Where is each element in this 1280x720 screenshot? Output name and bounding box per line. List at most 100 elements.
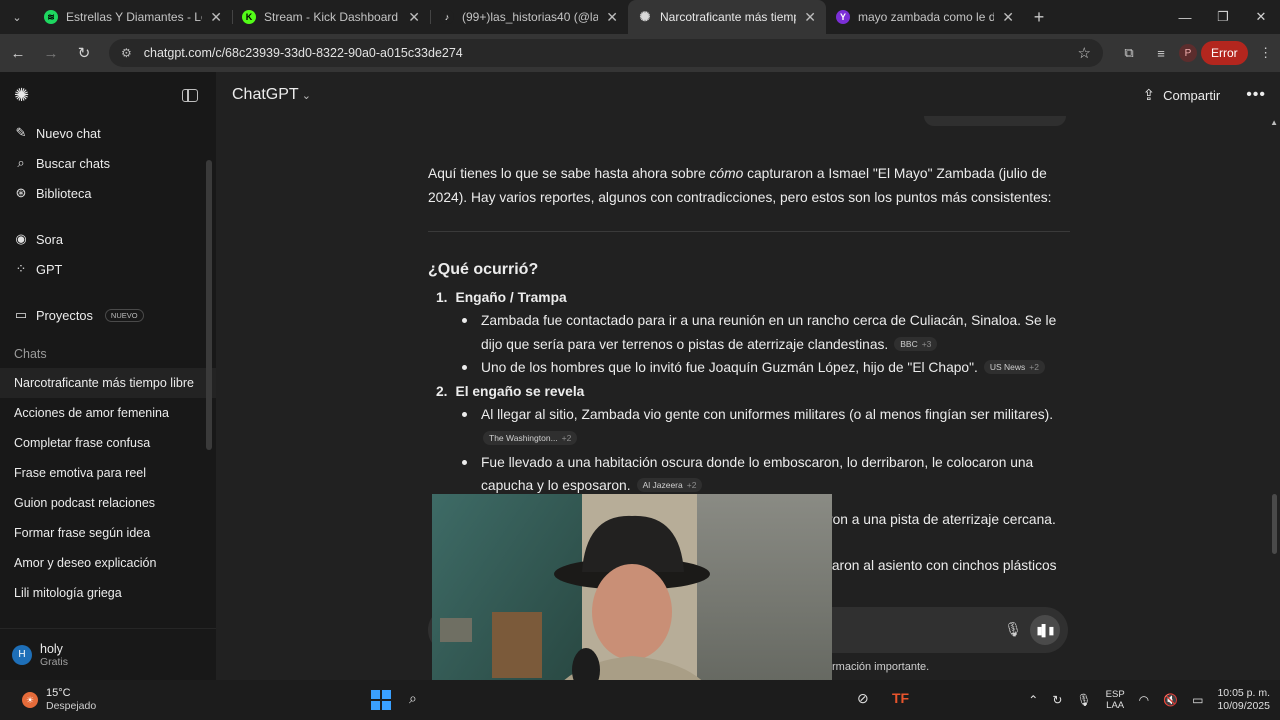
address-bar[interactable]: ⚙ chatgpt.com/c/68c23939-33d0-8322-90a0-… xyxy=(109,39,1103,67)
tray-overflow-chevron-icon[interactable]: ⌃ xyxy=(1028,693,1038,707)
list-item: Fue llevado a una habitación oscura dond… xyxy=(462,451,1070,498)
chat-item[interactable]: Frase emotiva para reel xyxy=(0,458,216,488)
voice-mode-button[interactable]: ▮▌▮ xyxy=(1030,615,1060,645)
site-info-icon[interactable]: ⚙ xyxy=(121,46,132,60)
weather-widget[interactable]: ☀ 15°C Despejado xyxy=(0,687,96,713)
browser-tab-active[interactable]: ✺ Narcotraficante más tiempo libre ✕ xyxy=(628,0,826,34)
input-language[interactable]: ESP LAA xyxy=(1106,689,1125,711)
tab-close-icon[interactable]: ✕ xyxy=(210,9,222,26)
profile-avatar[interactable]: P xyxy=(1179,44,1197,62)
sidebar-item-gpt[interactable]: ⁘ GPT xyxy=(0,254,216,284)
user-avatar: H xyxy=(12,644,32,665)
keyboard-layout: LAA xyxy=(1106,700,1125,711)
wifi-icon[interactable]: ◠ xyxy=(1139,693,1149,707)
browser-tab[interactable]: ♪ (99+)las_historias40 (@las_histo ✕ xyxy=(430,0,628,34)
sidebar: ✺ ✎ Nuevo chat ⌕ Buscar chats ⊛ Bibliote… xyxy=(0,72,216,680)
model-selector[interactable]: ChatGPT ⌄ xyxy=(232,86,311,104)
sidebar-item-projects[interactable]: ▭ Proyectos NUEVO xyxy=(0,300,216,330)
sidebar-item-library[interactable]: ⊛ Biblioteca xyxy=(0,178,216,208)
tab-close-icon[interactable]: ✕ xyxy=(1002,9,1014,26)
new-tab-plus-icon[interactable]: + xyxy=(1024,0,1054,34)
taskbar-app-icon[interactable]: TF xyxy=(892,690,909,706)
chat-item[interactable]: Formar frase según idea xyxy=(0,518,216,548)
extensions-icon[interactable]: ⧉ xyxy=(1115,39,1143,67)
restore-icon[interactable]: ❐ xyxy=(1204,0,1242,34)
sidebar-item-sora[interactable]: ◉ Sora xyxy=(0,224,216,254)
chevron-down-icon: ⌄ xyxy=(301,90,311,102)
sidebar-top: ✺ xyxy=(0,72,216,118)
sync-icon[interactable]: ↻ xyxy=(1052,693,1062,707)
chat-item[interactable]: Acciones de amor femenina xyxy=(0,398,216,428)
clock[interactable]: 10:05 p. m. 10/09/2025 xyxy=(1217,687,1270,713)
user-account[interactable]: H holy Gratis xyxy=(0,628,216,680)
taskbar-search-icon[interactable]: ⌕ xyxy=(409,690,417,707)
list-item: Al llegar al sitio, Zambada vio gente co… xyxy=(462,403,1070,449)
system-tray: ⌃ ↻ 🎙 ESP LAA ◠ 🔇 ▭ 10:05 p. m. 10/09/20… xyxy=(1028,680,1270,720)
forward-arrow-icon[interactable]: → xyxy=(36,38,66,68)
sidebar-item-search[interactable]: ⌕ Buscar chats xyxy=(0,148,216,178)
chats-section-header: Chats xyxy=(14,347,47,361)
bullet-list: Zambada fue contactado para ir a una reu… xyxy=(428,309,1070,380)
weather-temp: 15°C xyxy=(46,687,71,699)
mic-tray-icon[interactable]: 🎙 xyxy=(1076,693,1091,707)
sidebar-item-label: GPT xyxy=(36,261,63,277)
openai-logo-icon[interactable]: ✺ xyxy=(14,85,29,106)
header-actions: ⇪ Compartir ••• xyxy=(1143,86,1266,104)
more-options-icon[interactable]: ••• xyxy=(1246,86,1266,104)
chat-item[interactable]: Completar frase confusa xyxy=(0,428,216,458)
sidebar-scrollbar[interactable] xyxy=(206,160,212,450)
browser-tab[interactable]: ≋ Estrellas Y Diamantes - Los Cac ✕ xyxy=(34,0,232,34)
numbered-item: 1. Engaño / Trampa xyxy=(428,286,1070,310)
tab-search-chevron-icon[interactable]: ⌄ xyxy=(0,0,34,34)
search-icon: ⌕ xyxy=(17,155,25,170)
folder-icon: ▭ xyxy=(14,307,28,322)
close-window-icon[interactable]: ✕ xyxy=(1242,0,1280,34)
citation-chip[interactable]: BBC +3 xyxy=(894,336,938,351)
browser-tab[interactable]: K Stream - Kick Dashboard ✕ xyxy=(232,0,430,34)
main-scrollbar[interactable] xyxy=(1272,494,1277,554)
sidebar-toggle-icon[interactable] xyxy=(182,88,198,102)
weather-sun-icon: ☀ xyxy=(22,692,38,708)
chat-item-active[interactable]: Narcotraficante más tiempo libre xyxy=(0,368,216,398)
reload-icon[interactable]: ↻ xyxy=(69,38,99,68)
citation-count: +3 xyxy=(921,338,932,349)
bookmark-star-icon[interactable]: ☆ xyxy=(1078,44,1091,62)
citation-source: US News xyxy=(989,362,1026,372)
chat-item[interactable]: Guion podcast relaciones xyxy=(0,488,216,518)
windows-start-icon[interactable] xyxy=(371,690,391,710)
previous-message-edge xyxy=(924,116,1066,126)
gpts-icon: ⁘ xyxy=(15,261,27,276)
sidebar-item-new-chat[interactable]: ✎ Nuevo chat xyxy=(0,118,216,148)
citation-chip[interactable]: The Washington... +2 xyxy=(483,430,578,445)
chat-header: ChatGPT ⌄ ⇪ Compartir ••• xyxy=(216,72,1280,118)
scroll-up-arrow-icon[interactable]: ▲ xyxy=(1270,118,1278,127)
browser-menu-icon[interactable]: ⋮ xyxy=(1252,39,1280,67)
citation-chip[interactable]: Al Jazeera +2 xyxy=(636,478,703,492)
battery-icon[interactable]: ▭ xyxy=(1192,693,1203,707)
chat-item[interactable]: Lili mitología griega xyxy=(0,578,216,608)
intro-paragraph: Aquí tienes lo que se sabe hasta ahora s… xyxy=(428,162,1070,209)
bullet-text: Zambada fue contactado para ir a una reu… xyxy=(481,313,1057,352)
error-button[interactable]: Error xyxy=(1201,41,1248,65)
share-button[interactable]: ⇪ Compartir xyxy=(1143,86,1221,104)
minimize-icon[interactable]: — xyxy=(1166,0,1204,34)
language-code: ESP xyxy=(1105,689,1125,700)
tab-close-icon[interactable]: ✕ xyxy=(804,9,816,26)
weather-condition: Despejado xyxy=(46,700,97,712)
browser-tab-strip: ⌄ ≋ Estrellas Y Diamantes - Los Cac ✕ K … xyxy=(0,0,1280,34)
citation-count: +2 xyxy=(561,432,572,443)
reading-list-icon[interactable]: ≡ xyxy=(1147,39,1175,67)
tab-close-icon[interactable]: ✕ xyxy=(606,9,618,26)
volume-icon[interactable]: 🔇 xyxy=(1163,693,1178,707)
intro-emphasis: cómo xyxy=(709,166,744,181)
microphone-icon[interactable]: 🎙 xyxy=(1004,621,1022,638)
citation-chip[interactable]: US News +2 xyxy=(983,360,1045,374)
chat-item[interactable]: Amor y deseo explicación xyxy=(0,548,216,578)
item-title: Engaño / Trampa xyxy=(455,289,567,305)
item-number: 1. xyxy=(436,289,448,305)
taskbar-app-icon[interactable]: ⊘ xyxy=(857,690,869,707)
back-arrow-icon[interactable]: ← xyxy=(3,38,33,68)
browser-tab[interactable]: Y mayo zambada como le dicen ✕ xyxy=(826,0,1024,34)
library-icon: ⊛ xyxy=(15,185,27,200)
tab-close-icon[interactable]: ✕ xyxy=(408,9,420,26)
